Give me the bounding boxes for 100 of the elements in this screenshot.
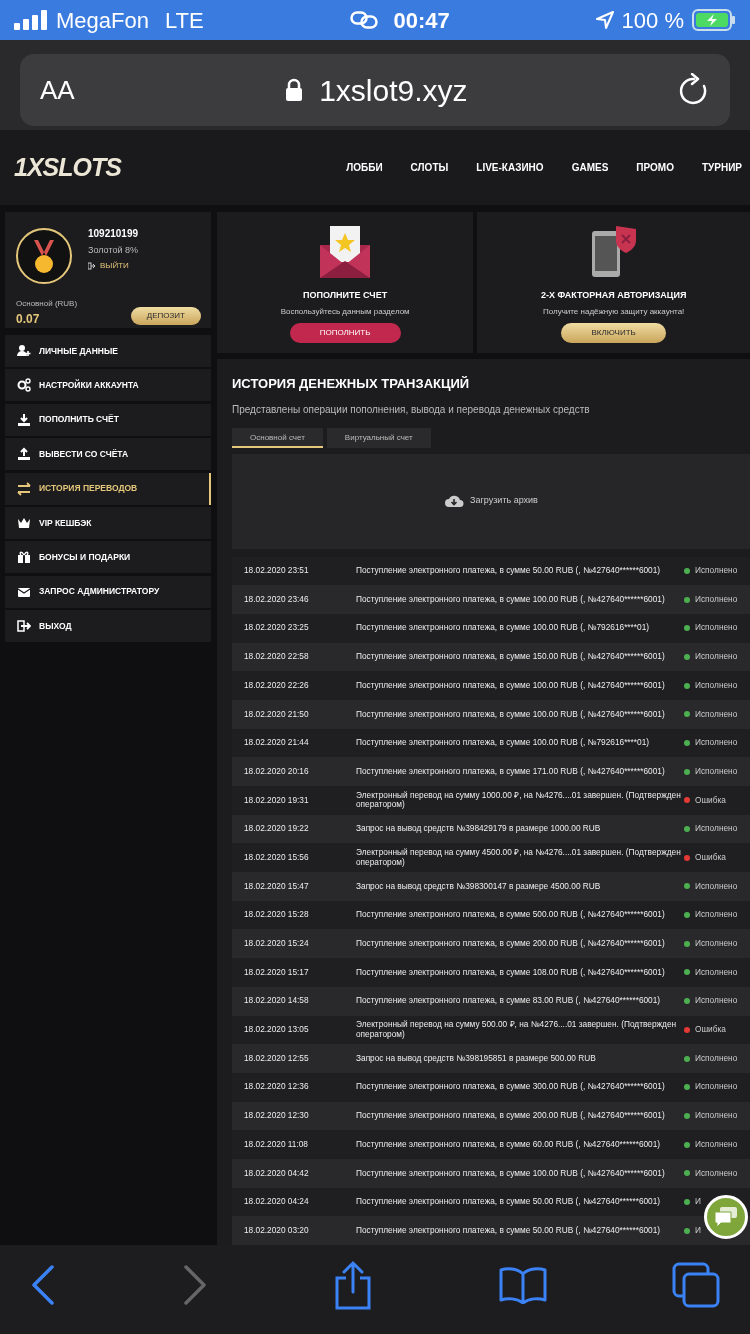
envelope-star-icon xyxy=(319,225,372,279)
date-cell-text: 18.02.2020 15:28 xyxy=(244,910,310,920)
status-text: Исполнено xyxy=(695,881,738,892)
date-cell-text: 18.02.2020 19:22 xyxy=(244,824,310,834)
date-cell-text: 18.02.2020 21:50 xyxy=(244,709,310,720)
tabs-icon[interactable] xyxy=(672,1261,720,1308)
date-cell-text: 18.02.2020 11:08 xyxy=(244,1139,309,1150)
card-title: ПОПОЛНИТЕ СЧЕТ xyxy=(303,289,388,302)
date-cell-text: 18.02.2020 04:24 xyxy=(244,1197,310,1207)
balance-label: Основной (RUB) xyxy=(16,298,78,310)
description-cell-text: Поступление электронного платежа, в сумме 50.00 RUB (, №427640******6001) xyxy=(356,1197,662,1207)
status-text: Исполнено xyxy=(695,824,738,834)
date-cell-text: 18.02.2020 23:25 xyxy=(244,623,310,633)
download-icon xyxy=(17,412,31,427)
status-text: И xyxy=(695,1197,701,1207)
description-cell-text: Электронный перевод на сумму 1000.00 ₽, на №4276....01 завершен. (Подтвержден оператором) xyxy=(356,790,682,810)
description-cell-text: Поступление электронного платежа, в сумме 300.00 RUB (, №427640******6001) xyxy=(356,1082,666,1092)
chat-icon xyxy=(714,1206,738,1228)
sidebar-item[interactable]: ВЫВЕСТИ СО СЧЁТА xyxy=(5,438,211,471)
url-text[interactable]: 1xslot9.xyz xyxy=(319,67,468,113)
status-text: Исполнено xyxy=(695,566,738,576)
description-cell-text: Поступление электронного платежа, в сумме 100.00 RUB (, №427640******6001) xyxy=(356,594,666,605)
status-text: Исполнено xyxy=(695,1111,738,1121)
date-cell-text: 18.02.2020 04:42 xyxy=(244,1168,310,1179)
sidebar-item[interactable]: ЗАПРОС АДМИНИСТРАТОРУ xyxy=(5,575,211,608)
description-cell-text: Поступление электронного платежа, в сумме 200.00 RUB (, №427640******6001) xyxy=(356,1111,666,1121)
balance-amount: 0.07 xyxy=(16,311,41,328)
sidebar-item[interactable]: БОНУСЫ И ПОДАРКИ xyxy=(5,541,211,574)
phone-shield-icon xyxy=(589,225,638,279)
nav-link[interactable]: СЛОТЫ xyxy=(396,160,463,175)
back-icon[interactable] xyxy=(30,1264,56,1305)
cloud-download-icon xyxy=(444,493,465,509)
description-cell-text: Поступление электронного платежа, в сумме 100.00 RUB (, №427640******6001) xyxy=(356,709,666,720)
carrier-name: MegaFon xyxy=(56,6,149,35)
upload-icon xyxy=(17,447,31,462)
gears-icon xyxy=(17,378,31,393)
status-text: Исполнено xyxy=(695,910,738,920)
sidebar-item[interactable]: НАСТРОЙКИ АККАУНТА xyxy=(5,369,211,402)
site-logo[interactable]: 1XSLOTS xyxy=(14,148,121,187)
text-size-button[interactable]: AA xyxy=(40,70,75,110)
status-text: Исполнено xyxy=(695,709,738,720)
date-cell-text: 18.02.2020 15:47 xyxy=(244,881,310,892)
add-user-icon xyxy=(17,344,31,358)
nav-link[interactable]: ТУРНИР xyxy=(687,160,750,175)
card-text: Воспользуйтесь данным разделом xyxy=(280,305,410,318)
deposit-button[interactable]: ДЕПОЗИТ xyxy=(130,307,201,325)
nav-link[interactable]: ПРОМО xyxy=(622,160,688,175)
description-cell-text: Запрос на вывод средств №398300147 в размере 4500.00 RUB xyxy=(356,881,602,892)
description-cell-text: Поступление электронного платежа, в сумме 50.00 RUB (, №427640******6001) xyxy=(356,566,662,576)
sidebar-item[interactable]: ЛИЧНЫЕ ДАННЫЕ xyxy=(5,335,211,367)
loyalty-level: Золотой 8% xyxy=(88,244,139,257)
status-text: И xyxy=(695,1225,701,1236)
description-cell-text: Поступление электронного платежа, в сумме 83.00 RUB (, №427640******6001) xyxy=(356,996,662,1006)
description-cell-text: Поступление электронного платежа, в сумме 150.00 RUB (, №427640******6001) xyxy=(356,652,666,662)
description-cell-text: Поступление электронного платежа, в сумме 100.00 RUB (, №792616****01) xyxy=(356,623,651,633)
description-cell-text: Поступление электронного платежа, в сумме 500.00 RUB (, №427640******6001) xyxy=(356,910,666,920)
status-text: Исполнено xyxy=(695,939,738,949)
battery-percent: 100 % xyxy=(621,6,684,35)
status-text: Исполнено xyxy=(695,1053,738,1064)
date-cell-text: 18.02.2020 23:51 xyxy=(244,566,310,576)
page-subtitle: Представлены операции пополнения, вывода и перевода денежных средств xyxy=(232,402,591,417)
sidebar-item[interactable]: ПОПОЛНИТЬ СЧЁТ xyxy=(5,403,211,436)
card-text: Получите надёжную защиту аккаунта! xyxy=(542,305,685,318)
date-cell-text: 18.02.2020 23:46 xyxy=(244,594,310,605)
medal-icon xyxy=(16,226,72,286)
exit-icon xyxy=(88,261,96,270)
status-text: Исполнено xyxy=(695,652,738,662)
date-cell-text: 18.02.2020 20:16 xyxy=(244,766,310,777)
link-icon xyxy=(349,11,378,29)
nav-link[interactable]: ЛОББИ xyxy=(332,160,397,175)
card-action-button[interactable]: ВКЛЮЧИТЬ xyxy=(561,322,666,343)
date-cell-text: 18.02.2020 22:26 xyxy=(244,680,310,691)
description-cell-text: Поступление электронного платежа, в сумме 50.00 RUB (, №427640******6001) xyxy=(356,1225,662,1236)
account-tab[interactable]: Виртуальный счет xyxy=(326,427,431,448)
nav-link[interactable]: LIVE-КАЗИНО xyxy=(462,160,558,175)
date-cell-text: 18.02.2020 12:55 xyxy=(244,1053,310,1064)
signal-icon xyxy=(14,10,48,30)
date-cell-text: 18.02.2020 03:20 xyxy=(244,1225,310,1236)
share-icon[interactable] xyxy=(333,1259,373,1310)
status-text: Исполнено xyxy=(695,680,738,691)
sidebar-item[interactable]: ВЫХОД xyxy=(5,610,211,643)
download-archive-link[interactable]: Загрузить архив xyxy=(470,494,538,508)
status-text: Исполнено xyxy=(695,594,738,605)
description-cell-text: Электронный перевод на сумму 500.00 ₽, на №4276....01 завершен. (Подтвержден оператором) xyxy=(356,1020,678,1040)
page-title: ИСТОРИЯ ДЕНЕЖНЫХ ТРАНЗАКЦИЙ xyxy=(232,375,471,393)
sidebar-item[interactable]: ИСТОРИЯ ПЕРЕВОДОВ xyxy=(5,472,211,505)
status-text: Исполнено xyxy=(695,738,738,748)
account-tab[interactable]: Основной счет xyxy=(232,427,323,448)
exit-icon xyxy=(17,619,31,634)
status-text: Ошибка xyxy=(695,1025,726,1035)
date-cell-text: 18.02.2020 22:58 xyxy=(244,652,310,662)
transfer-arrows-icon xyxy=(17,481,31,496)
bookmarks-icon[interactable] xyxy=(498,1265,547,1304)
card-action-button[interactable]: ПОПОЛНИТЬ xyxy=(289,322,401,343)
logout-link[interactable]: ВЫЙТИ xyxy=(88,259,139,272)
nav-link[interactable]: GAMES xyxy=(557,160,623,175)
description-cell-text: Поступление электронного платежа, в сумме 171.00 RUB (, №427640******6001) xyxy=(356,766,666,777)
sidebar-item[interactable]: VIP КЕШБЭК xyxy=(5,506,211,539)
status-text: Ошибка xyxy=(695,795,726,806)
forward-icon[interactable] xyxy=(181,1264,208,1305)
